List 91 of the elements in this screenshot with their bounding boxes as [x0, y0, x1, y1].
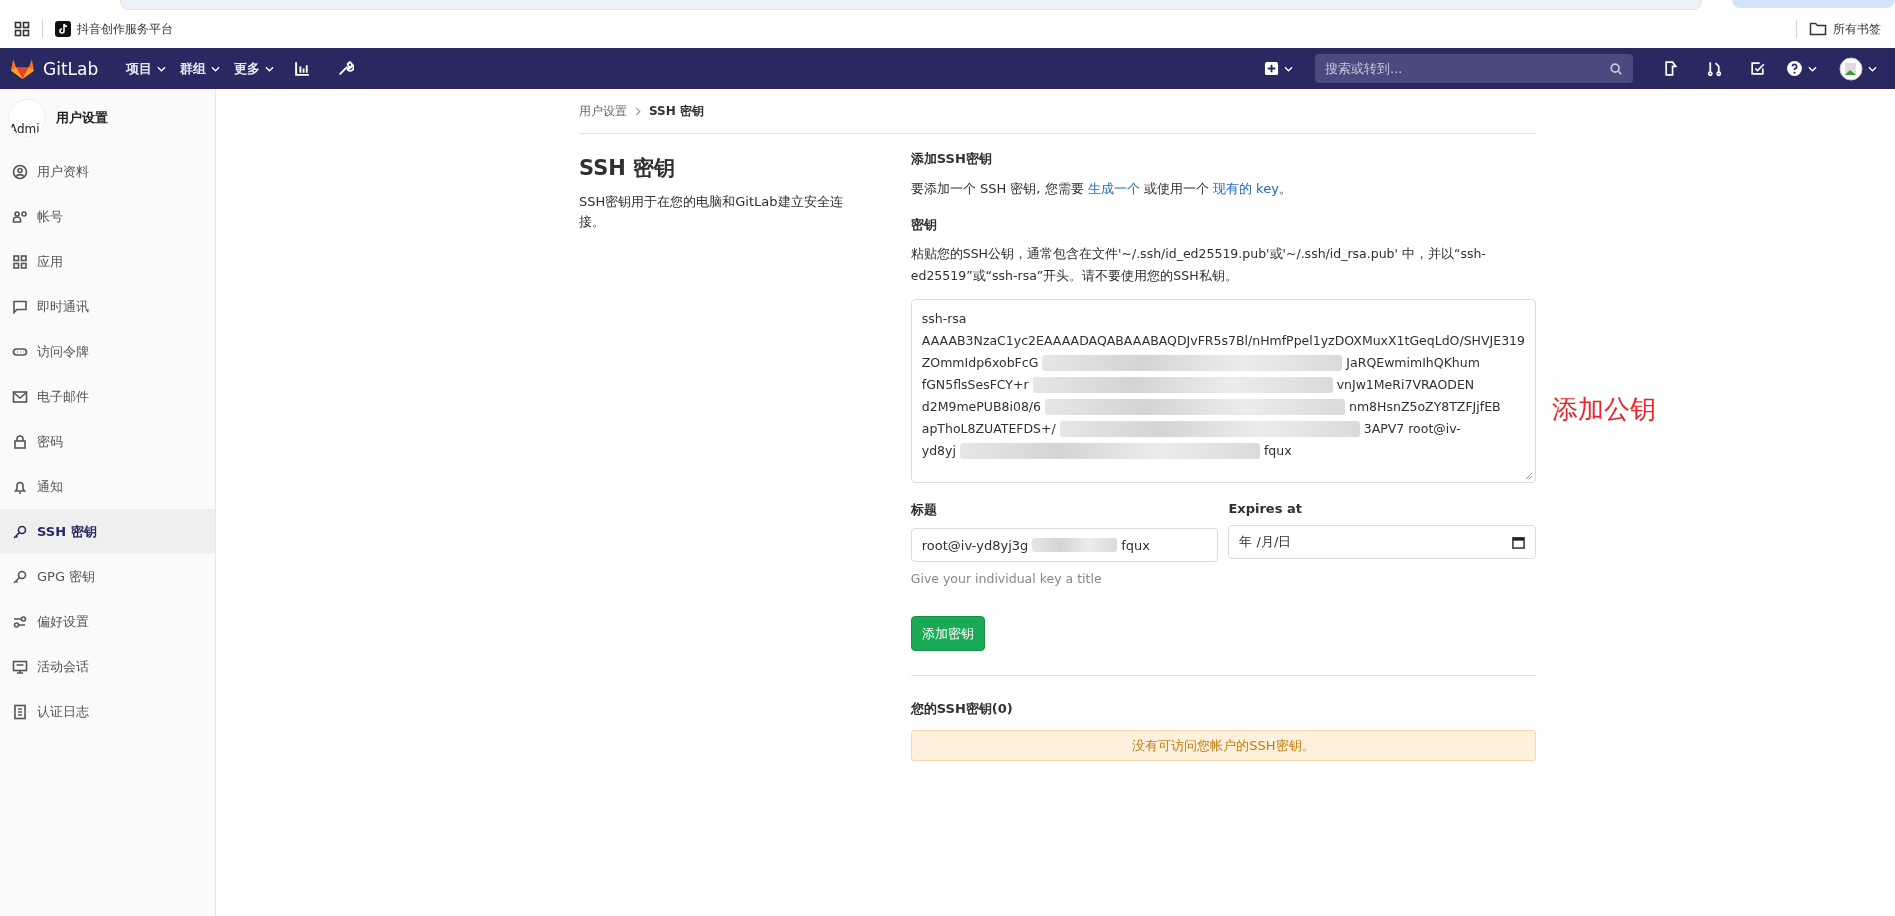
- date-text: 年 /月/日: [1239, 533, 1292, 551]
- key-text: fGN5flsSesFCY+r: [921, 376, 1029, 394]
- monitor-icon: [12, 658, 28, 675]
- envelope-icon: [12, 388, 28, 405]
- section-heading: 添加SSH密钥: [910, 150, 993, 168]
- search-field[interactable]: 搜索或转到...: [1315, 54, 1633, 83]
- wrench-icon[interactable]: [337, 60, 355, 77]
- page-description: SSH密钥用于在您的电脑和GitLab建立安全连接。: [579, 193, 844, 231]
- annotation-text: 添加公钥: [1552, 393, 1656, 426]
- calendar-icon[interactable]: [1512, 535, 1525, 549]
- sidebar-item[interactable]: 访问令牌: [0, 329, 215, 374]
- checkbox-icon[interactable]: [1749, 60, 1766, 77]
- fox-logo-icon: [10, 57, 35, 80]
- key-text: vnJw1MeRi7VRAODEN: [1336, 376, 1475, 394]
- key-text: nm8HsnZ5oZY8TZFJjfEB: [1349, 398, 1501, 416]
- sidebar-item[interactable]: 用户资料: [0, 149, 215, 194]
- breadcrumb-link[interactable]: SSH 密钥: [649, 102, 704, 120]
- key-text: fqux: [1263, 442, 1292, 460]
- music-note-icon: [55, 21, 71, 37]
- bar-chart-icon[interactable]: [294, 60, 312, 77]
- field-label: Expires at: [1228, 501, 1303, 516]
- sidebar-item[interactable]: 通知: [0, 464, 215, 509]
- sidebar-item[interactable]: 偏好设置: [0, 599, 215, 644]
- key-icon: [12, 568, 28, 585]
- title-input[interactable]: root@iv-yd8yj3g fqux: [910, 528, 1219, 562]
- nav-menu[interactable]: 更多: [234, 59, 275, 78]
- sidebar-item[interactable]: GPG 密钥: [0, 554, 215, 599]
- sidebar-item[interactable]: 电子邮件: [0, 374, 215, 419]
- user-gear-icon: [12, 208, 28, 225]
- date-input[interactable]: 年 /月/日: [1228, 525, 1536, 559]
- breadcrumb-link[interactable]: 用户设置: [579, 102, 627, 120]
- chevron-down-icon: [211, 65, 221, 72]
- key-text: JaRQEwmimIhQKhum: [1346, 354, 1480, 372]
- question-icon: [1786, 60, 1803, 77]
- key-text: ZOmmIdp6xobFcG: [921, 354, 1039, 372]
- input-text: root@iv-yd8yj3g: [921, 537, 1029, 553]
- merge-request-icon[interactable]: [1706, 60, 1723, 77]
- chat-bubble-icon: [12, 298, 28, 315]
- key-text: 3APV7 root@iv-: [1363, 420, 1461, 438]
- plus-square-icon: [1264, 61, 1279, 76]
- chevron-down-icon: [1284, 65, 1293, 72]
- issues-icon[interactable]: [1663, 60, 1680, 77]
- sidebar-item[interactable]: 活动会话: [0, 644, 215, 689]
- nav-menu[interactable]: 群组: [180, 59, 221, 78]
- key-text: AAAAB3NzaC1yc2EAAAADAQABAAABAQDJvFR5s7Bl/nHmfPpel1yzDOXMuxX1tGeqLdO/SHVJE319: [921, 332, 1525, 350]
- resize-grip-icon[interactable]: [1525, 472, 1533, 480]
- key-text: yd8yj: [921, 442, 956, 460]
- field-label: 密钥: [910, 216, 938, 234]
- sidebar-item[interactable]: 应用: [0, 239, 215, 284]
- bookmark-link[interactable]: 抖音创作服务平台: [55, 20, 173, 38]
- new-item-button[interactable]: [1264, 61, 1293, 76]
- empty-alert: 没有可访问您帐户的SSH密钥。: [910, 730, 1536, 761]
- sliders-icon: [12, 613, 28, 630]
- user-circle-icon: [12, 163, 28, 180]
- input-text: fqux: [1121, 537, 1151, 553]
- gitlab-logo-link[interactable]: GitLab: [10, 57, 99, 80]
- chevron-right-icon: [635, 106, 641, 116]
- document-icon: [12, 703, 28, 720]
- page-title: SSH 密钥: [579, 155, 677, 182]
- key-text: ssh-rsa: [921, 310, 967, 328]
- nav-menu[interactable]: 项目: [126, 59, 167, 78]
- section-heading: 您的SSH密钥(0): [910, 700, 1014, 718]
- intro-text: 要添加一个 SSH 密钥, 您需要 生成一个 或使用一个 现有的 key。: [910, 180, 1293, 198]
- sidebar-item[interactable]: 即时通讯: [0, 284, 215, 329]
- sidebar-title: 用户设置: [56, 109, 108, 127]
- field-label: 标题: [910, 501, 938, 519]
- chevron-down-icon: [265, 65, 275, 72]
- user-menu-button[interactable]: [1839, 56, 1877, 81]
- lock-icon: [12, 433, 28, 450]
- chevron-down-icon: [157, 65, 167, 72]
- avatar-icon: [1839, 56, 1863, 81]
- search-icon: [1609, 62, 1623, 76]
- existing-key-link[interactable]: 现有的 key: [1212, 181, 1279, 196]
- chevron-down-icon: [1808, 65, 1817, 72]
- help-button[interactable]: [1786, 60, 1817, 77]
- sidebar-item[interactable]: 帐号: [0, 194, 215, 239]
- field-hint: Give your individual key a title: [910, 571, 1103, 586]
- key-text: apThoL8ZUATEFDS+/: [921, 420, 1056, 438]
- chevron-down-icon: [1868, 65, 1877, 72]
- key-icon: [12, 523, 28, 540]
- bookmark-folder-link[interactable]: 所有书签: [1809, 20, 1881, 38]
- key-help-text: 粘贴您的SSH公钥，通常包含在文件'~/.ssh/id_ed25519.pub'或'~/.ssh/id_rsa.pub' 中，并以“ssh-ed25519”或“ssh-rsa”开头。请不要使用您的SSH私钥。: [910, 245, 1487, 285]
- sidebar-item[interactable]: 密码: [0, 419, 215, 464]
- apps-grid-icon[interactable]: [14, 21, 30, 37]
- key-textarea[interactable]: [910, 299, 1536, 483]
- folder-icon: [1809, 21, 1827, 37]
- grid-icon: [12, 253, 28, 270]
- sidebar-item[interactable]: SSH 密钥: [0, 509, 215, 554]
- generate-link[interactable]: 生成一个: [1087, 181, 1140, 196]
- sidebar-item[interactable]: 认证日志: [0, 689, 215, 734]
- key-text: d2M9mePUB8i08/6: [921, 398, 1041, 416]
